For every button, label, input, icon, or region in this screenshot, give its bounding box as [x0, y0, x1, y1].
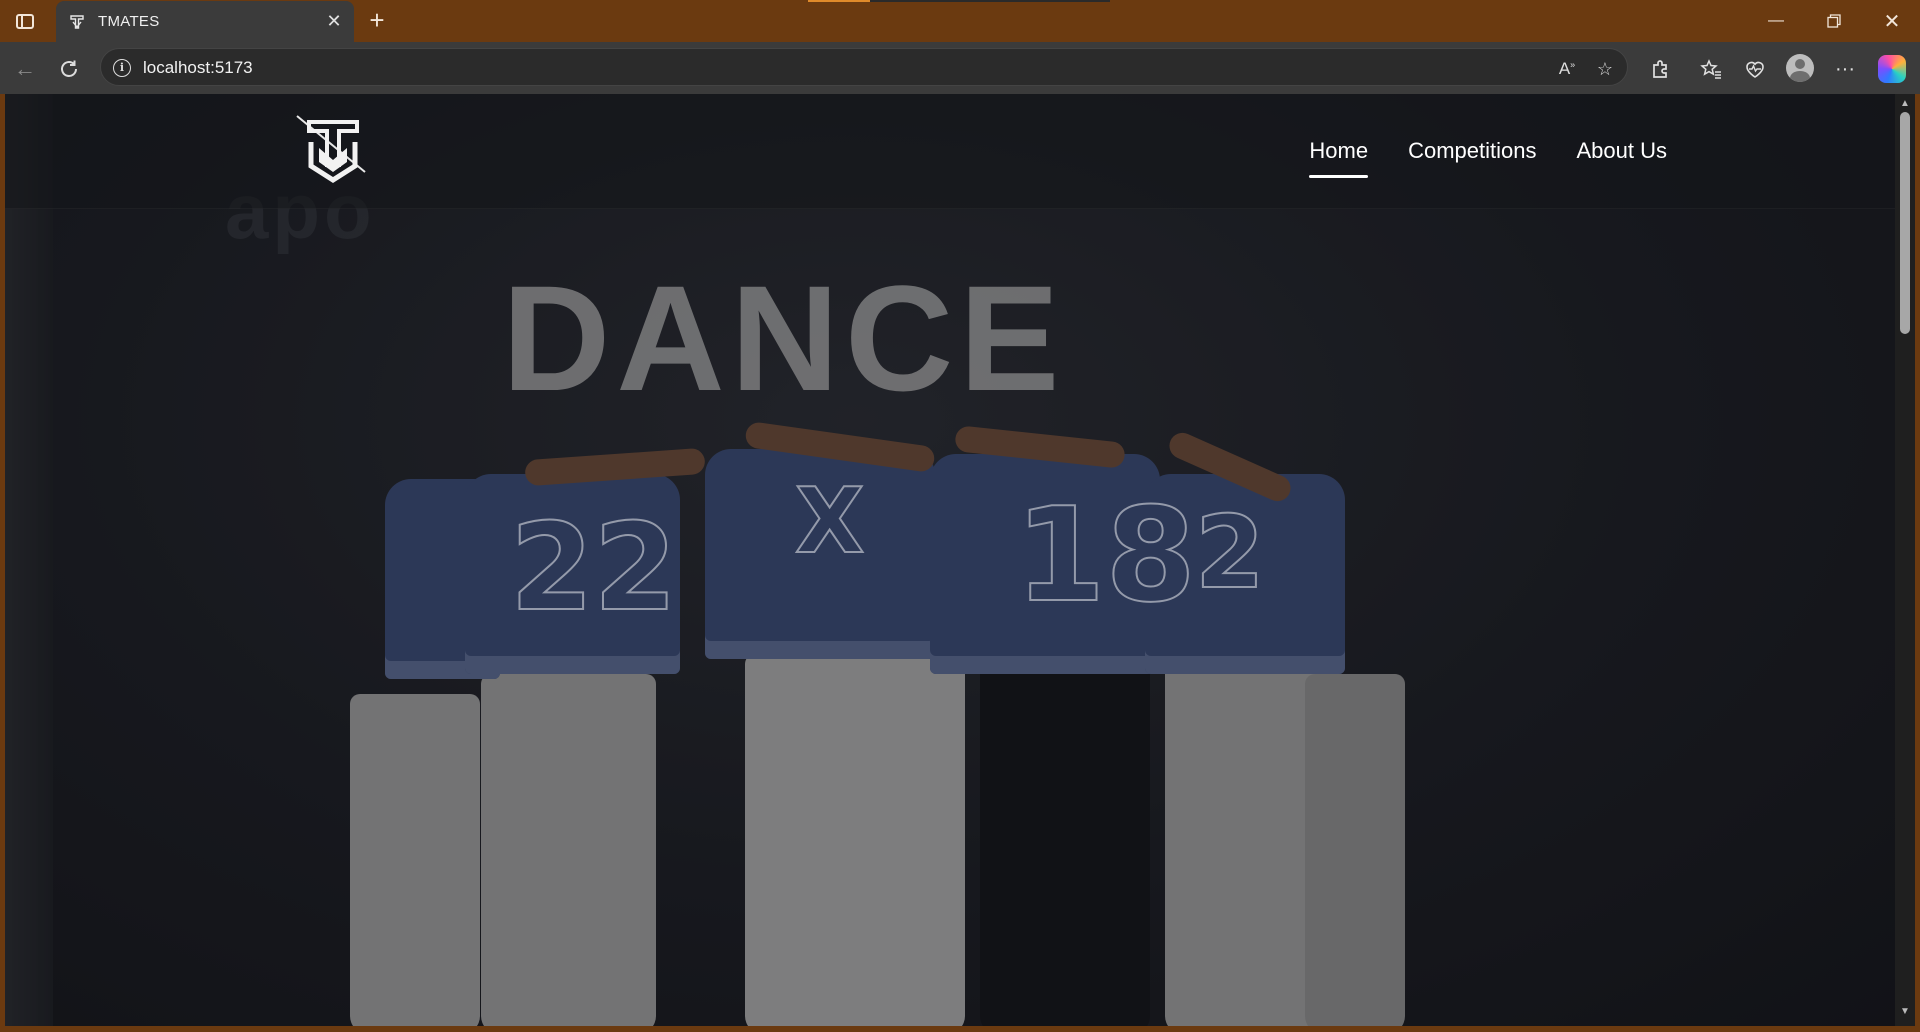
jersey-number: X [794, 468, 865, 575]
hero-backdrop-text: DANCE [502, 254, 1066, 422]
dancer-pants [980, 654, 1150, 1026]
heartbeat-icon[interactable] [1740, 54, 1770, 84]
info-icon[interactable]: i [113, 59, 131, 77]
tmates-logo-icon [296, 115, 366, 183]
dancer-pants [745, 654, 965, 1026]
scroll-thumb[interactable] [1900, 112, 1910, 334]
nav-about-us[interactable]: About Us [1577, 138, 1668, 178]
browser-toolbar: ← i localhost:5173 A» ☆ ··· [0, 42, 1920, 94]
scroll-up-icon[interactable]: ▲ [1899, 98, 1911, 110]
tab-strip-drag-area [870, 0, 1110, 2]
read-aloud-icon[interactable]: A» [1555, 57, 1579, 81]
tab-strip: TMATES ✕ + — ✕ [0, 0, 1920, 42]
hero-image: apo DANCE 22 X 18 2 [5, 94, 1895, 1026]
dancer-pants [350, 694, 480, 1026]
main-nav: Home Competitions About Us [1309, 138, 1667, 178]
favorites-icon[interactable] [1696, 54, 1726, 84]
close-icon: ✕ [1883, 10, 1901, 33]
copilot-icon[interactable] [1878, 55, 1906, 83]
nav-home[interactable]: Home [1309, 138, 1368, 178]
site-logo[interactable] [295, 114, 375, 188]
browser-tab[interactable]: TMATES ✕ [56, 1, 354, 42]
tab-title: TMATES [98, 13, 160, 30]
minimize-icon: — [1768, 12, 1784, 29]
window-bottom-edge [0, 1026, 1920, 1032]
more-icon[interactable]: ··· [1830, 54, 1860, 84]
back-button[interactable]: ← [10, 54, 40, 84]
url-text[interactable]: localhost:5173 [143, 58, 253, 78]
restore-button[interactable] [1806, 0, 1862, 42]
back-arrow-icon: ← [14, 56, 36, 81]
site-header: Home Competitions About Us [5, 94, 1895, 209]
puzzle-icon[interactable] [1646, 54, 1676, 84]
page-viewport: apo DANCE 22 X 18 2 Home Competitions Ab… [5, 94, 1895, 1026]
refresh-button[interactable] [54, 54, 84, 84]
page-scrollbar[interactable]: ▲ ▼ [1895, 94, 1915, 1026]
address-bar[interactable]: i localhost:5173 A» ☆ [100, 48, 1628, 86]
avatar[interactable] [1786, 54, 1814, 82]
tab-actions-button[interactable] [10, 8, 40, 34]
sidebar-toggle-icon [16, 13, 34, 29]
jersey-number: 22 [509, 498, 678, 639]
plus-icon[interactable]: + [362, 6, 392, 36]
refresh-icon [61, 60, 77, 77]
jersey-number: 2 [1194, 493, 1266, 612]
star-icon[interactable]: ☆ [1593, 57, 1617, 81]
jersey-number: 18 [1014, 478, 1197, 632]
tmates-favicon-icon [68, 13, 86, 31]
restore-icon [1827, 14, 1841, 28]
window-close-button[interactable]: ✕ [1864, 0, 1920, 42]
minimize-button[interactable]: — [1748, 0, 1804, 42]
nav-competitions[interactable]: Competitions [1408, 138, 1536, 178]
scroll-down-icon[interactable]: ▼ [1899, 1006, 1911, 1018]
dancer-pants [1305, 674, 1405, 1026]
close-icon[interactable]: ✕ [320, 8, 348, 36]
tab-strip-highlight [808, 0, 870, 2]
stage-wall [5, 94, 53, 1026]
dancer-pants [481, 674, 656, 1026]
